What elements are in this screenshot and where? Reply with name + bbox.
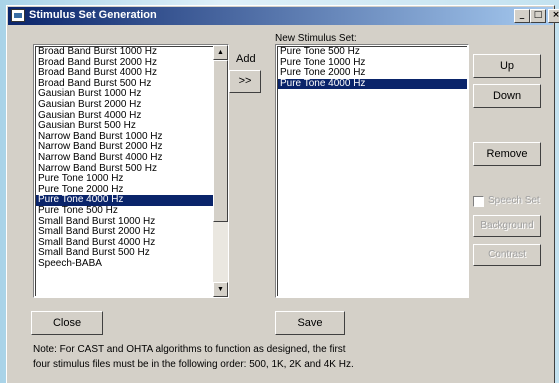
add-button[interactable]: >>	[229, 70, 261, 93]
speech-set-label: Speech Set	[488, 195, 540, 206]
close-button[interactable]: Close	[31, 311, 103, 335]
contrast-button[interactable]: Contrast	[473, 244, 541, 266]
scroll-thumb[interactable]	[213, 60, 228, 222]
list-item[interactable]: Speech-BABA	[36, 258, 227, 270]
new-stimulus-set-items: Pure Tone 500 Hz Pure Tone 1000 Hz Pure To…	[277, 46, 467, 296]
speech-set-checkbox[interactable]	[473, 196, 484, 207]
app-icon	[11, 9, 25, 22]
save-button[interactable]: Save	[275, 311, 345, 335]
list-item[interactable]: Gausian Burst 2000 Hz	[36, 99, 227, 111]
scroll-up-arrow-icon[interactable]: ▲	[213, 45, 228, 60]
new-stimulus-set-list[interactable]: Pure Tone 500 Hz Pure Tone 1000 Hz Pure To…	[275, 44, 469, 298]
list-item[interactable]: Pure Tone 4000 Hz	[278, 78, 467, 90]
add-label: Add	[236, 53, 256, 65]
up-button[interactable]: Up	[473, 54, 541, 78]
list-item[interactable]: Narrow Band Burst 4000 Hz	[36, 152, 227, 164]
minimize-button[interactable]: _	[514, 9, 530, 23]
title-bar[interactable]: Stimulus Set Generation _ □ ×	[8, 7, 559, 25]
source-list-scrollbar[interactable]: ▲ ▼	[213, 45, 228, 297]
remove-button[interactable]: Remove	[473, 142, 541, 166]
note-line-1: Note: For CAST and OHTA algorithms to fu…	[33, 344, 346, 355]
list-item[interactable]: Pure Tone 500 Hz	[36, 205, 227, 217]
ordering-note: Note: For CAST and OHTA algorithms to fu…	[33, 342, 354, 372]
down-button[interactable]: Down	[473, 84, 541, 108]
stimulus-source-list-items: Broad Band Burst 1000 Hz Broad Band Burst…	[35, 46, 227, 296]
maximize-button[interactable]: □	[530, 9, 546, 23]
background-button[interactable]: Background	[473, 215, 541, 237]
stimulus-source-list[interactable]: Broad Band Burst 1000 Hz Broad Band Burst…	[33, 44, 229, 298]
close-window-button[interactable]: ×	[548, 9, 559, 23]
new-set-label: New Stimulus Set:	[275, 33, 357, 44]
list-item[interactable]: Pure Tone 500 Hz	[278, 47, 467, 58]
dialog-window: Stimulus Set Generation _ □ × Broad Band…	[6, 5, 559, 383]
list-item[interactable]: Broad Band Burst 1000 Hz	[36, 47, 227, 58]
scroll-down-arrow-icon[interactable]: ▼	[213, 282, 228, 297]
window-title: Stimulus Set Generation	[29, 9, 157, 21]
note-line-2: four stimulus files must be in the follo…	[33, 359, 354, 370]
